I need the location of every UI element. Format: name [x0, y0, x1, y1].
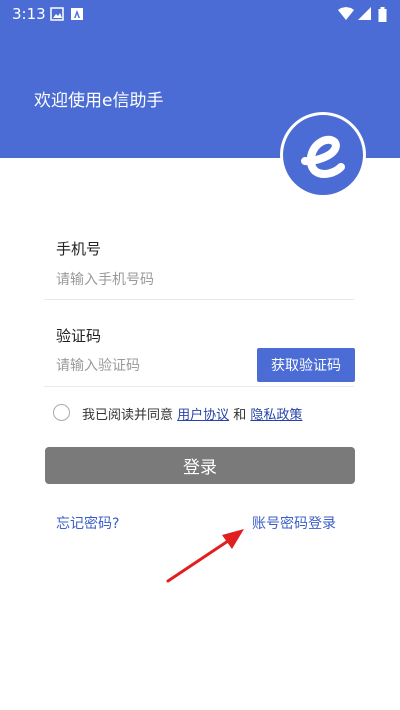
status-time: 3:13	[12, 5, 46, 23]
image-notification-icon	[50, 7, 64, 25]
agreement-prefix: 我已阅读并同意	[82, 408, 178, 423]
status-bar: 3:13	[0, 0, 400, 28]
wifi-icon	[338, 7, 354, 25]
forgot-password-link[interactable]: 忘记密码?	[56, 513, 119, 533]
phone-input[interactable]	[56, 270, 346, 290]
verification-code-input[interactable]	[56, 356, 246, 376]
user-agreement-link[interactable]: 用户协议	[177, 408, 229, 423]
agreement-and: 和	[229, 408, 251, 423]
app-logo-icon	[280, 112, 366, 198]
login-button[interactable]: 登录	[45, 447, 355, 484]
signal-icon	[358, 7, 372, 25]
battery-icon	[378, 7, 387, 26]
agreement-text: 我已阅读并同意 用户协议 和 隐私政策	[82, 404, 302, 423]
account-password-login-link[interactable]: 账号密码登录	[252, 513, 336, 533]
app-notification-icon	[70, 7, 84, 25]
phone-divider	[44, 299, 354, 300]
code-divider	[44, 386, 354, 387]
privacy-policy-link[interactable]: 隐私政策	[250, 408, 302, 423]
annotation-arrow-icon	[160, 525, 250, 591]
phone-label: 手机号	[56, 240, 102, 258]
get-code-button[interactable]: 获取验证码	[257, 348, 355, 382]
code-label: 验证码	[56, 327, 102, 345]
welcome-title: 欢迎使用e信助手	[34, 91, 164, 111]
agreement-checkbox[interactable]	[53, 404, 70, 421]
